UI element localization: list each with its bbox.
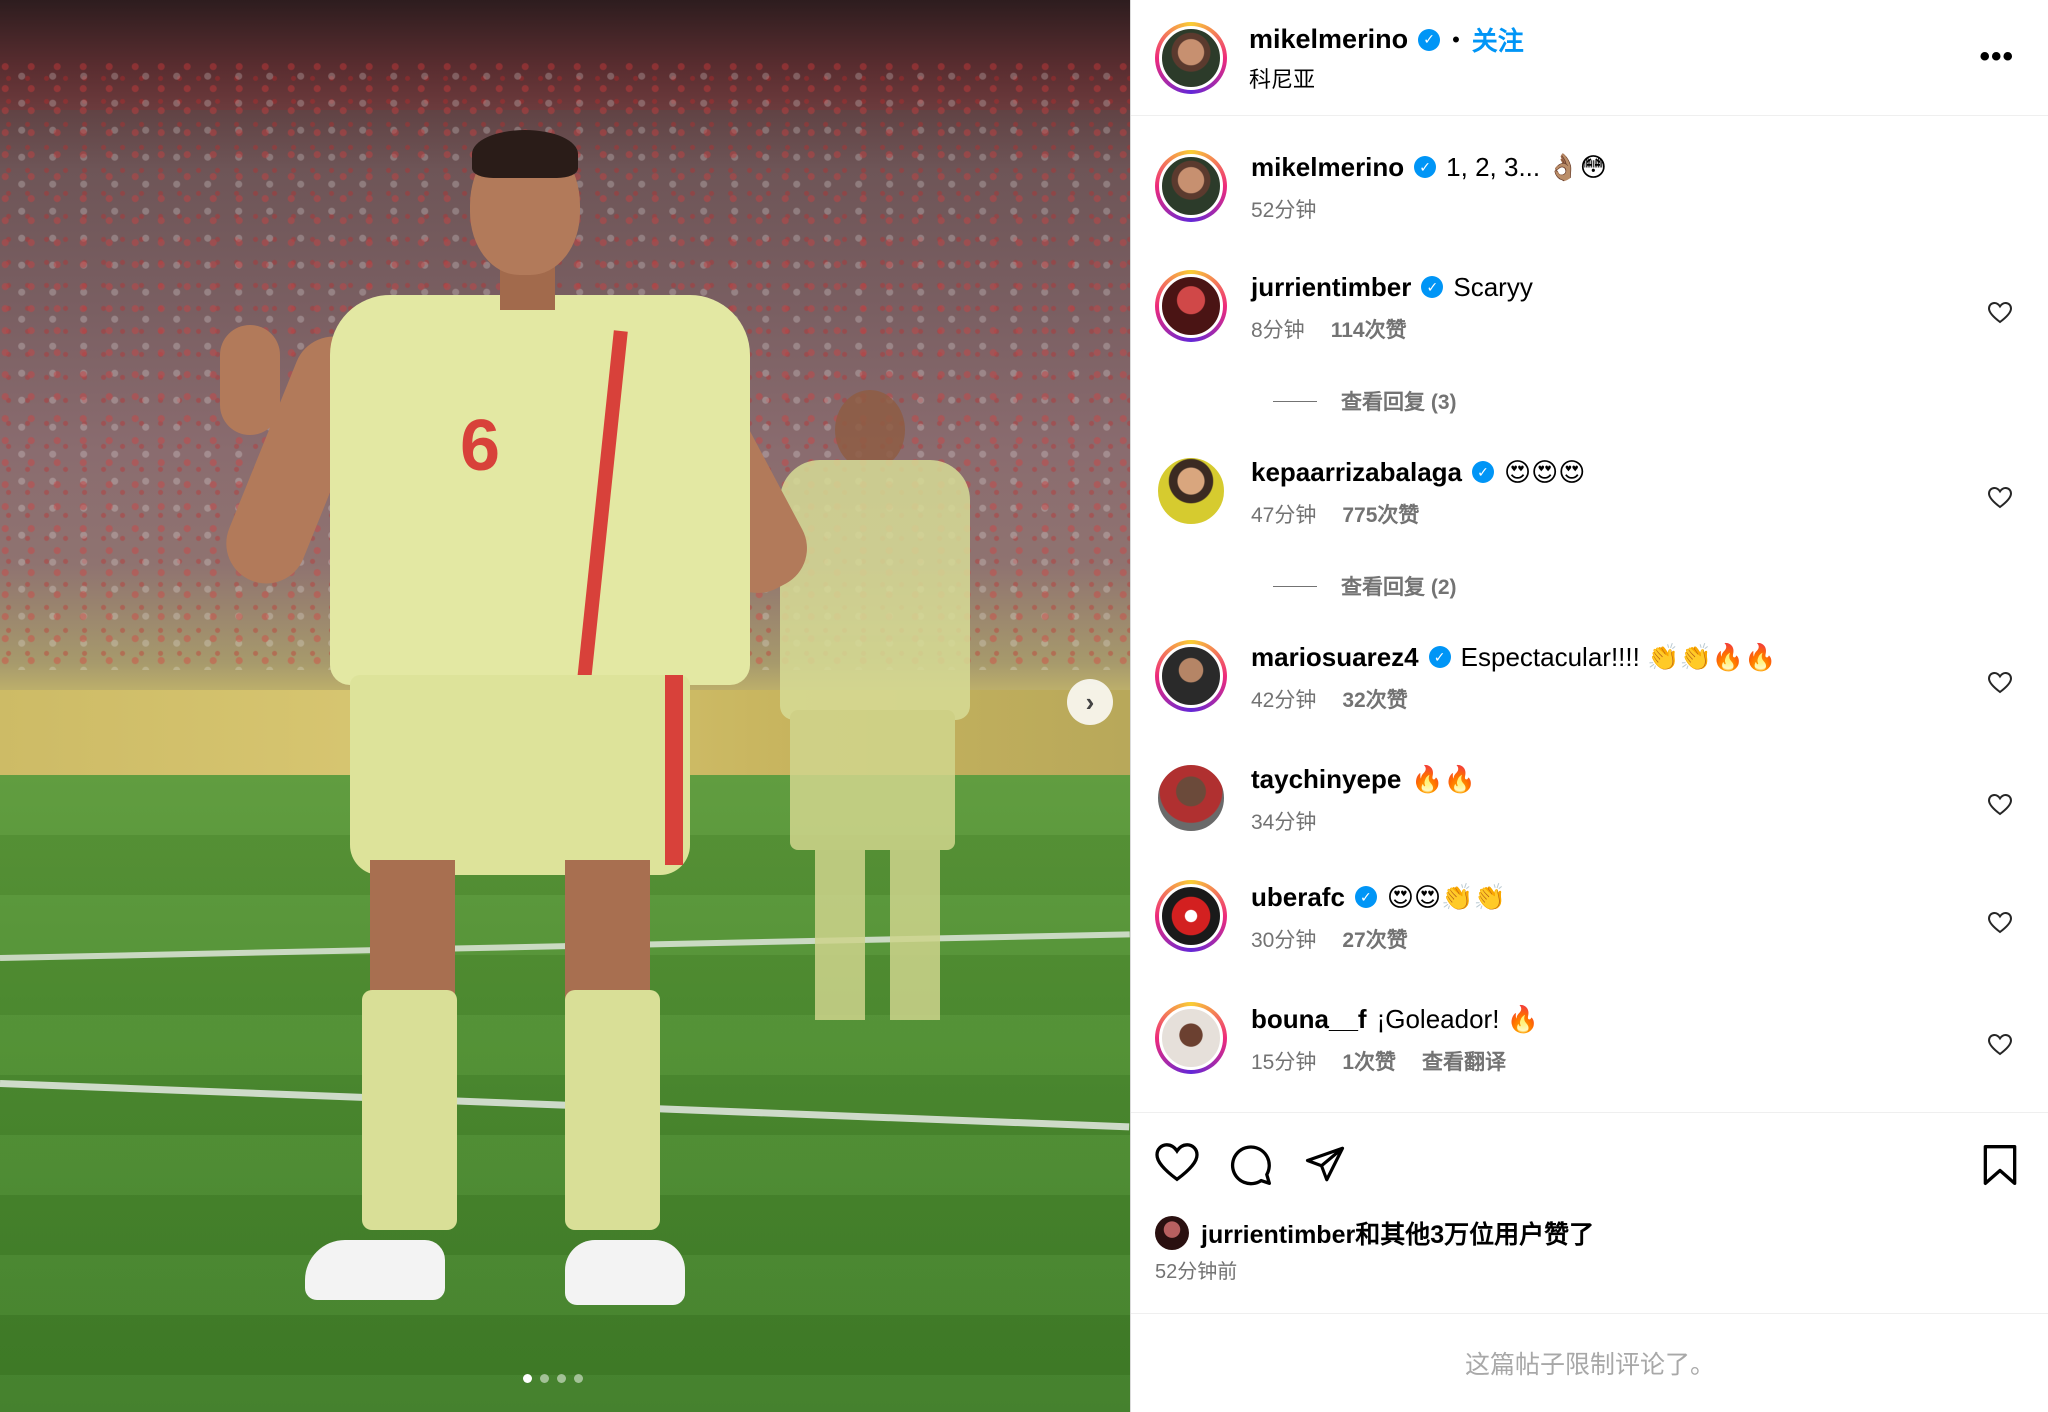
verified-badge-icon: ✓ (1354, 886, 1377, 908)
view-replies-link[interactable]: 查看回复 (3) (1273, 386, 1457, 416)
comment-text: ¡Goleador! 🔥 (1376, 1004, 1540, 1034)
see-translation-link[interactable]: 查看翻译 (1422, 1046, 1506, 1076)
comment-time: 47分钟 (1251, 504, 1317, 527)
commenter-avatar[interactable] (1155, 762, 1227, 834)
comment-text: 😍😍😍 (1504, 457, 1586, 487)
carousel-dot-active (523, 1374, 532, 1383)
heart-icon[interactable] (1988, 1034, 2012, 1056)
caption-time: 52分钟 (1251, 199, 1317, 222)
comment-item: taychinyepe 🔥🔥 34分钟 (1155, 762, 2024, 836)
commenter-avatar[interactable] (1155, 1002, 1227, 1074)
chevron-right-icon: › (1085, 686, 1095, 717)
commenter-avatar[interactable] (1155, 640, 1227, 712)
comment-username[interactable]: bouna__f (1251, 1002, 1367, 1036)
comment-time: 34分钟 (1251, 811, 1317, 834)
heart-icon[interactable] (1988, 912, 2012, 934)
post-header: mikelmerino ✓ • 关注 科尼亚 ••• (1131, 0, 2048, 116)
author-avatar[interactable] (1155, 21, 1227, 94)
divider (1273, 585, 1317, 587)
caption-username[interactable]: mikelmerino (1251, 150, 1404, 184)
verified-badge-icon: ✓ (1418, 28, 1441, 51)
view-replies-label[interactable]: 查看回复 (3) (1341, 386, 1457, 416)
verified-badge-icon: ✓ (1414, 156, 1437, 178)
more-options-icon[interactable]: ••• (1979, 40, 2014, 74)
comment-item: mariosuarez4 ✓ Espectacular!!!! 👏👏🔥🔥 42分… (1155, 640, 2024, 714)
verified-badge-icon: ✓ (1421, 276, 1444, 298)
carousel-dot (574, 1374, 583, 1383)
caption-avatar[interactable] (1155, 150, 1227, 222)
comment-text: Scaryy (1453, 272, 1533, 302)
heart-icon[interactable] (1988, 794, 2012, 816)
view-replies-label[interactable]: 查看回复 (2) (1341, 571, 1457, 601)
commenter-avatar[interactable] (1155, 880, 1227, 952)
post-media[interactable]: 6 › (0, 0, 1130, 1412)
comment-text: 😍😍👏👏 (1386, 882, 1506, 912)
post-details-panel: mikelmerino ✓ • 关注 科尼亚 ••• mikelmerino ✓… (1130, 0, 2048, 1412)
caption-text: 1, 2, 3... 👌🏽😳 (1446, 152, 1607, 182)
comments-limited-notice: 这篇帖子限制评论了。 (1131, 1313, 2048, 1412)
comment-likes[interactable]: 114次赞 (1331, 314, 1407, 344)
comment-username[interactable]: mariosuarez4 (1251, 640, 1419, 674)
commenter-avatar[interactable] (1155, 455, 1227, 527)
follow-button[interactable]: 关注 (1472, 21, 1524, 58)
comment-item: bouna__f ¡Goleador! 🔥 15分钟 1次赞 查看翻译 (1155, 1002, 2024, 1076)
comment-likes[interactable]: 775次赞 (1342, 499, 1419, 529)
bookmark-icon[interactable] (1981, 1143, 2019, 1187)
likes-text[interactable]: jurrientimber和其他3万位用户赞了 (1201, 1215, 1594, 1251)
carousel-indicator (523, 1374, 583, 1383)
comment-time: 42分钟 (1251, 689, 1317, 712)
comment-time: 8分钟 (1251, 319, 1305, 342)
post-location[interactable]: 科尼亚 (1249, 62, 1524, 94)
commenter-avatar[interactable] (1155, 270, 1227, 342)
verified-badge-icon: ✓ (1428, 646, 1451, 668)
post-timestamp[interactable]: 52分钟前 (1155, 1255, 1237, 1284)
jersey-number: 6 (460, 406, 501, 486)
post-action-bar (1131, 1112, 2048, 1202)
comments-limited-text: 这篇帖子限制评论了。 (1464, 1351, 1715, 1379)
like-heart-icon[interactable] (1155, 1143, 1199, 1183)
heart-icon[interactable] (1988, 487, 2012, 509)
liker-avatar[interactable] (1155, 1216, 1189, 1250)
verified-badge-icon: ✓ (1472, 461, 1495, 483)
author-username[interactable]: mikelmerino (1249, 24, 1408, 55)
comment-item: kepaarrizabalaga ✓ 😍😍😍 47分钟 775次赞 (1155, 455, 2024, 529)
comment-item: jurrientimber ✓ Scaryy 8分钟 114次赞 (1155, 270, 2024, 344)
instagram-post-view: 6 › mikelmerino ✓ • 关注 科尼亚 ••• mikelmeri… (0, 0, 2048, 1412)
comments-list: mikelmerino ✓ 1, 2, 3... 👌🏽😳 52分钟 jurrie… (1131, 116, 2048, 1111)
separator-dot: • (1452, 26, 1460, 52)
heart-icon[interactable] (1988, 302, 2012, 324)
share-icon[interactable] (1303, 1143, 1347, 1185)
comment-username[interactable]: taychinyepe (1251, 762, 1401, 796)
main-player: 6 (200, 130, 822, 1310)
comment-text: 🔥🔥 (1411, 764, 1477, 794)
comment-username[interactable]: jurrientimber (1251, 270, 1411, 304)
comment-likes[interactable]: 27次赞 (1342, 924, 1407, 954)
comment-icon[interactable] (1229, 1143, 1273, 1187)
comment-likes[interactable]: 1次赞 (1342, 1046, 1396, 1076)
comment-item: uberafc ✓ 😍😍👏👏 30分钟 27次赞 (1155, 880, 2024, 954)
comment-username[interactable]: kepaarrizabalaga (1251, 455, 1462, 489)
carousel-dot (557, 1374, 566, 1383)
divider (1273, 400, 1317, 402)
comment-likes[interactable]: 32次赞 (1342, 684, 1407, 714)
comment-time: 15分钟 (1251, 1051, 1317, 1074)
likes-summary[interactable]: jurrientimber和其他3万位用户赞了 (1155, 1215, 1594, 1251)
caption: mikelmerino ✓ 1, 2, 3... 👌🏽😳 52分钟 (1155, 150, 2024, 224)
next-slide-button[interactable]: › (1067, 679, 1113, 725)
comment-text: Espectacular!!!! 👏👏🔥🔥 (1460, 642, 1777, 672)
heart-icon[interactable] (1988, 672, 2012, 694)
view-replies-link[interactable]: 查看回复 (2) (1273, 571, 1457, 601)
comment-time: 30分钟 (1251, 929, 1317, 952)
carousel-dot (540, 1374, 549, 1383)
comment-username[interactable]: uberafc (1251, 880, 1345, 914)
